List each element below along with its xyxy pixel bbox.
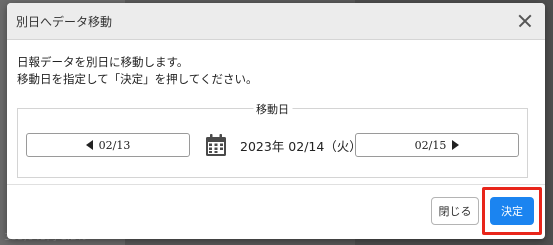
- triangle-right-icon: [452, 140, 460, 150]
- dialog-title: 別日へデータ移動: [16, 14, 113, 29]
- description-line-2: 移動日を指定して「決定」を押してください。: [17, 72, 258, 86]
- move-date-dialog: 別日へデータ移動 日報データを別日に移動します。 移動日を指定して「決定」を押し…: [7, 3, 545, 239]
- prev-date-button[interactable]: 02/13: [26, 133, 190, 157]
- selected-date[interactable]: 2023年 02/14（火）: [204, 131, 362, 159]
- description-line-1: 日報データを別日に移動します。: [17, 55, 189, 69]
- triangle-left-icon: [85, 140, 93, 150]
- move-date-legend: 移動日: [253, 101, 292, 117]
- dialog-description: 日報データを別日に移動します。 移動日を指定して「決定」を押してください。: [17, 54, 535, 88]
- calendar-icon[interactable]: [204, 133, 228, 157]
- next-date-button[interactable]: 02/15: [355, 133, 519, 157]
- dialog-header: 別日へデータ移動: [7, 3, 545, 40]
- next-date-label: 02/15: [414, 138, 447, 152]
- dialog-body: 日報データを別日に移動します。 移動日を指定して「決定」を押してください。 移動…: [7, 40, 545, 178]
- close-icon[interactable]: [515, 11, 535, 31]
- move-date-fieldset: 移動日 02/13 2023年 02/14（火） 02/15: [17, 101, 528, 178]
- close-button[interactable]: 閉じる: [431, 197, 479, 225]
- confirm-button[interactable]: 決定: [490, 197, 534, 225]
- dialog-footer: 閉じる 決定: [7, 184, 545, 239]
- prev-date-label: 02/13: [98, 138, 131, 152]
- current-date-text: 2023年 02/14（火）: [240, 138, 362, 154]
